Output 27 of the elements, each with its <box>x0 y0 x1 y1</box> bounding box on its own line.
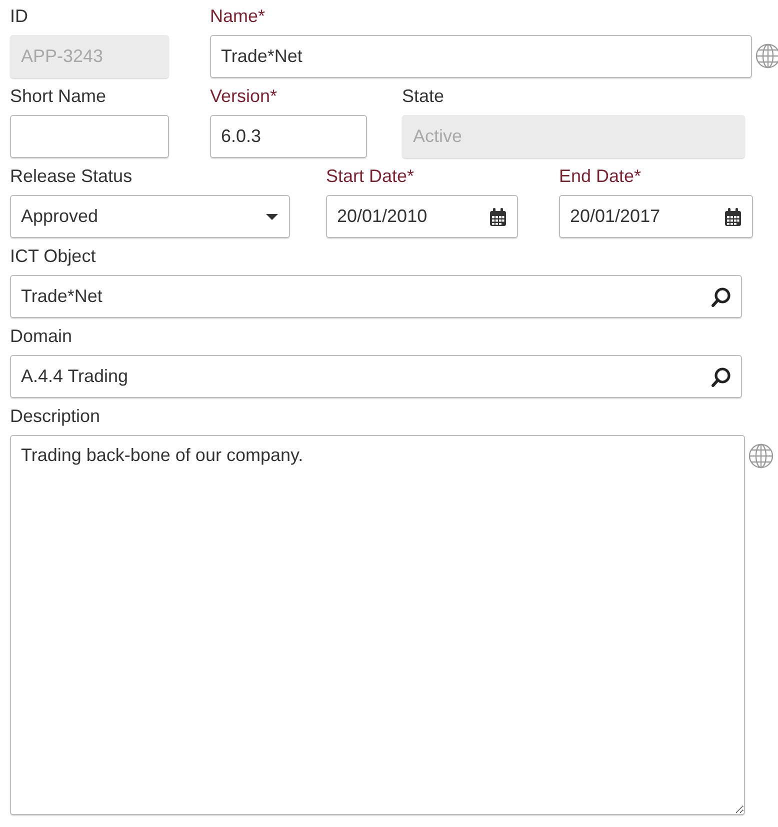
field-label: ICT Object <box>10 245 97 268</box>
field-label: Version* <box>210 85 278 108</box>
text-field[interactable]: 6.0.3 <box>210 115 367 158</box>
globe-icon[interactable] <box>748 443 774 469</box>
field-label: State <box>402 85 446 108</box>
date-field[interactable]: 20/01/2010 <box>326 195 518 238</box>
dropdown[interactable]: Approved <box>10 195 290 238</box>
text-field[interactable]: Trade*Net <box>210 35 752 78</box>
lookup-field[interactable]: Trade*Net <box>10 275 742 318</box>
date-field[interactable]: 20/01/2017 <box>559 195 753 238</box>
field-label: Release Status <box>10 165 134 188</box>
text-field[interactable] <box>10 115 169 158</box>
calendar-icon[interactable] <box>489 206 507 226</box>
field-label: Short Name <box>10 85 108 108</box>
field-label: ID <box>10 5 29 28</box>
caret-icon <box>265 212 279 220</box>
field-label: Domain <box>10 325 74 348</box>
field-label: Name* <box>210 5 266 28</box>
field-label: Description <box>10 405 102 428</box>
text-area[interactable]: Trading back-bone of our company. <box>10 435 745 815</box>
search-icon[interactable] <box>711 366 731 386</box>
lookup-field[interactable]: A.4.4 Trading <box>10 355 742 398</box>
field-label: End Date* <box>559 165 642 188</box>
search-icon[interactable] <box>711 286 731 306</box>
field-label: Start Date* <box>326 165 416 188</box>
globe-icon[interactable] <box>755 43 778 69</box>
calendar-icon[interactable] <box>724 206 742 226</box>
